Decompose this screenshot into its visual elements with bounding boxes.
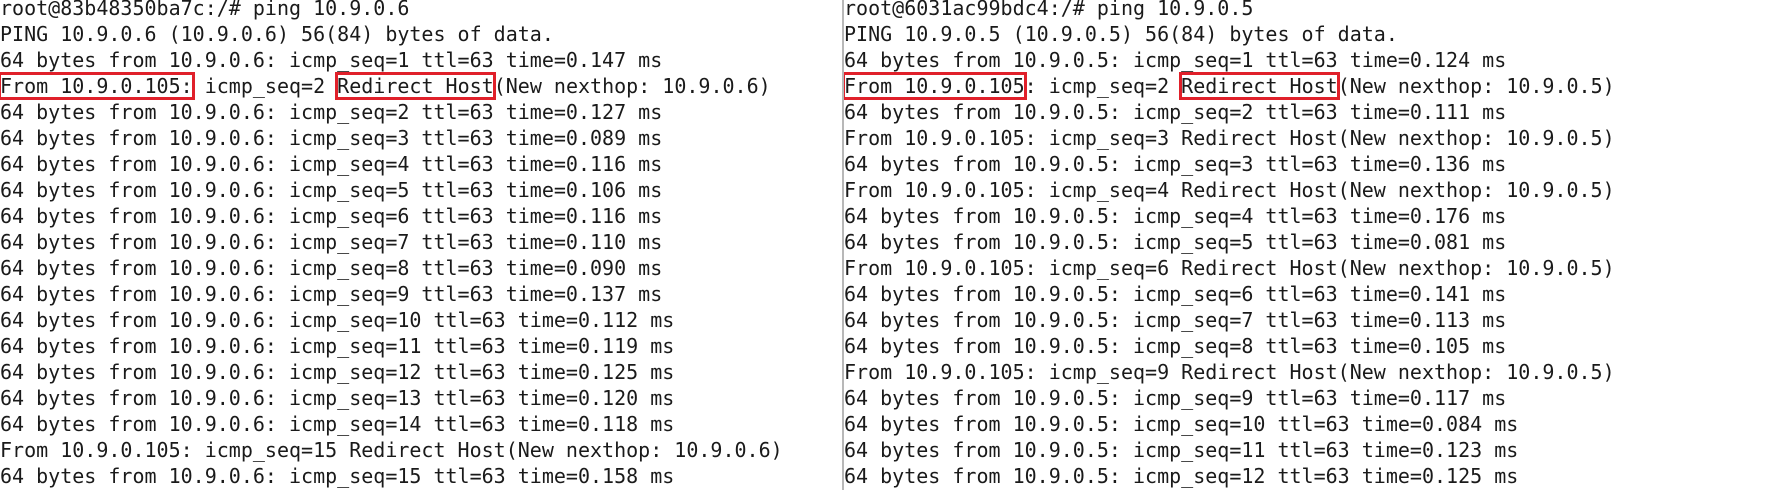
terminal-line: From 10.9.0.105: icmp_seq=4 Redirect Hos… — [844, 177, 1615, 203]
terminal-text: icmp_seq=2 — [192, 74, 338, 98]
terminal-text: 64 bytes from 10.9.0.6: icmp_seq=10 ttl=… — [0, 308, 675, 332]
highlight-box: Redirect Host — [1179, 72, 1340, 100]
terminal-text: From 10.9.0.105: icmp_seq=6 Redirect Hos… — [844, 256, 1615, 280]
terminal-text: 64 bytes from 10.9.0.6: icmp_seq=15 ttl=… — [0, 464, 675, 488]
terminal-text: (New nexthop: 10.9.0.6) — [493, 74, 771, 98]
terminal-line: 64 bytes from 10.9.0.6: icmp_seq=14 ttl=… — [0, 411, 674, 437]
terminal-text: 64 bytes from 10.9.0.5: icmp_seq=12 ttl=… — [844, 464, 1519, 488]
terminal-text: 64 bytes from 10.9.0.5: icmp_seq=3 ttl=6… — [844, 152, 1507, 176]
terminal-line: 64 bytes from 10.9.0.6: icmp_seq=8 ttl=6… — [0, 255, 662, 281]
highlight-box: Redirect Host — [335, 72, 496, 100]
left-terminal-pane[interactable]: root@83b48350ba7c:/# ping 10.9.0.6 PING 1… — [0, 0, 842, 490]
terminal-text: PING 10.9.0.5 (10.9.0.5) 56(84) bytes of… — [844, 22, 1398, 46]
terminal-text: root@6031ac99bdc4:/# ping 10.9.0.5 — [844, 0, 1254, 20]
terminal-text: 64 bytes from 10.9.0.6: icmp_seq=13 ttl=… — [0, 386, 675, 410]
terminal-text: 64 bytes from 10.9.0.6: icmp_seq=14 ttl=… — [0, 412, 675, 436]
terminal-text: From 10.9.0.105: icmp_seq=15 Redirect Ho… — [0, 438, 783, 462]
terminal-text: 64 bytes from 10.9.0.5: icmp_seq=11 ttl=… — [844, 438, 1519, 462]
terminal-line: 64 bytes from 10.9.0.6: icmp_seq=5 ttl=6… — [0, 177, 662, 203]
terminal-text: 64 bytes from 10.9.0.6: icmp_seq=1 ttl=6… — [0, 48, 663, 72]
terminal-text: 64 bytes from 10.9.0.5: icmp_seq=4 ttl=6… — [844, 204, 1507, 228]
terminal-text: 64 bytes from 10.9.0.6: icmp_seq=9 ttl=6… — [0, 282, 663, 306]
terminal-line: 64 bytes from 10.9.0.6: icmp_seq=4 ttl=6… — [0, 151, 662, 177]
terminal-text: 64 bytes from 10.9.0.6: icmp_seq=12 ttl=… — [0, 360, 675, 384]
terminal-text: From 10.9.0.105: icmp_seq=9 Redirect Hos… — [844, 360, 1615, 384]
terminal-text: 64 bytes from 10.9.0.6: icmp_seq=8 ttl=6… — [0, 256, 663, 280]
terminal-text: 64 bytes from 10.9.0.6: icmp_seq=11 ttl=… — [0, 334, 675, 358]
terminal-line: 64 bytes from 10.9.0.6: icmp_seq=9 ttl=6… — [0, 281, 662, 307]
terminal-line: 64 bytes from 10.9.0.6: icmp_seq=3 ttl=6… — [0, 125, 662, 151]
terminal-line: From 10.9.0.105: icmp_seq=15 Redirect Ho… — [0, 437, 783, 463]
terminal-line: 64 bytes from 10.9.0.6: icmp_seq=13 ttl=… — [0, 385, 674, 411]
right-terminal-pane[interactable]: root@6031ac99bdc4:/# ping 10.9.0.5 PING 1… — [844, 0, 1766, 490]
highlight-box: From 10.9.0.105: — [0, 72, 195, 100]
terminal-line: 64 bytes from 10.9.0.6: icmp_seq=2 ttl=6… — [0, 99, 662, 125]
terminal-text: 64 bytes from 10.9.0.6: icmp_seq=2 ttl=6… — [0, 100, 663, 124]
terminal-text: 64 bytes from 10.9.0.5: icmp_seq=1 ttl=6… — [844, 48, 1507, 72]
terminal-line: 64 bytes from 10.9.0.5: icmp_seq=8 ttl=6… — [844, 333, 1506, 359]
terminal-text: 64 bytes from 10.9.0.5: icmp_seq=5 ttl=6… — [844, 230, 1507, 254]
terminal-line: 64 bytes from 10.9.0.5: icmp_seq=2 ttl=6… — [844, 99, 1506, 125]
terminal-text: 64 bytes from 10.9.0.5: icmp_seq=7 ttl=6… — [844, 308, 1507, 332]
terminal-line: 64 bytes from 10.9.0.6: icmp_seq=1 ttl=6… — [0, 47, 662, 73]
terminal-line: 64 bytes from 10.9.0.5: icmp_seq=5 ttl=6… — [844, 229, 1506, 255]
terminal-line: root@6031ac99bdc4:/# ping 10.9.0.5 — [844, 0, 1253, 21]
terminal-line: 64 bytes from 10.9.0.6: icmp_seq=10 ttl=… — [0, 307, 674, 333]
terminal-text: 64 bytes from 10.9.0.5: icmp_seq=10 ttl=… — [844, 412, 1519, 436]
terminal-line: PING 10.9.0.6 (10.9.0.6) 56(84) bytes of… — [0, 21, 554, 47]
terminal-text: 64 bytes from 10.9.0.5: icmp_seq=8 ttl=6… — [844, 334, 1507, 358]
terminal-text: 64 bytes from 10.9.0.6: icmp_seq=6 ttl=6… — [0, 204, 663, 228]
terminal-line: 64 bytes from 10.9.0.6: icmp_seq=12 ttl=… — [0, 359, 674, 385]
terminal-line: From 10.9.0.105: icmp_seq=9 Redirect Hos… — [844, 359, 1615, 385]
terminal-line: 64 bytes from 10.9.0.6: icmp_seq=7 ttl=6… — [0, 229, 662, 255]
terminal-line: From 10.9.0.105: icmp_seq=2 Redirect Hos… — [844, 72, 1615, 100]
terminal-text: root@83b48350ba7c:/# ping 10.9.0.6 — [0, 0, 410, 20]
terminal-text: 64 bytes from 10.9.0.5: icmp_seq=9 ttl=6… — [844, 386, 1507, 410]
terminal-line: 64 bytes from 10.9.0.5: icmp_seq=4 ttl=6… — [844, 203, 1506, 229]
terminal-line: From 10.9.0.105: icmp_seq=6 Redirect Hos… — [844, 255, 1615, 281]
terminal-text: PING 10.9.0.6 (10.9.0.6) 56(84) bytes of… — [0, 22, 554, 46]
terminal-text: 64 bytes from 10.9.0.6: icmp_seq=4 ttl=6… — [0, 152, 663, 176]
terminal-line: From 10.9.0.105: icmp_seq=3 Redirect Hos… — [844, 125, 1615, 151]
terminal-line: 64 bytes from 10.9.0.6: icmp_seq=15 ttl=… — [0, 463, 674, 489]
terminal-text: From 10.9.0.105: icmp_seq=3 Redirect Hos… — [844, 126, 1615, 150]
terminal-text: From 10.9.0.105: icmp_seq=4 Redirect Hos… — [844, 178, 1615, 202]
terminal-line: 64 bytes from 10.9.0.5: icmp_seq=7 ttl=6… — [844, 307, 1506, 333]
terminal-line: 64 bytes from 10.9.0.5: icmp_seq=10 ttl=… — [844, 411, 1518, 437]
terminal-text: 64 bytes from 10.9.0.5: icmp_seq=2 ttl=6… — [844, 100, 1507, 124]
terminal-line: 64 bytes from 10.9.0.5: icmp_seq=9 ttl=6… — [844, 385, 1506, 411]
terminal-line: 64 bytes from 10.9.0.5: icmp_seq=3 ttl=6… — [844, 151, 1506, 177]
terminal-text: 64 bytes from 10.9.0.6: icmp_seq=7 ttl=6… — [0, 230, 663, 254]
terminal-line: 64 bytes from 10.9.0.5: icmp_seq=1 ttl=6… — [844, 47, 1506, 73]
terminal-text: (New nexthop: 10.9.0.5) — [1337, 74, 1615, 98]
terminal-line: PING 10.9.0.5 (10.9.0.5) 56(84) bytes of… — [844, 21, 1398, 47]
terminal-text: 64 bytes from 10.9.0.6: icmp_seq=3 ttl=6… — [0, 126, 663, 150]
highlight-box: From 10.9.0.105 — [844, 72, 1027, 100]
terminal-text: 64 bytes from 10.9.0.6: icmp_seq=5 ttl=6… — [0, 178, 663, 202]
terminal-line: 64 bytes from 10.9.0.6: icmp_seq=11 ttl=… — [0, 333, 674, 359]
terminal-line: 64 bytes from 10.9.0.5: icmp_seq=6 ttl=6… — [844, 281, 1506, 307]
terminal-line: 64 bytes from 10.9.0.6: icmp_seq=6 ttl=6… — [0, 203, 662, 229]
terminal-line: From 10.9.0.105: icmp_seq=2 Redirect Hos… — [0, 72, 771, 100]
terminal-text: 64 bytes from 10.9.0.5: icmp_seq=6 ttl=6… — [844, 282, 1507, 306]
terminal-line: 64 bytes from 10.9.0.5: icmp_seq=11 ttl=… — [844, 437, 1518, 463]
terminal-line: 64 bytes from 10.9.0.5: icmp_seq=12 ttl=… — [844, 463, 1518, 489]
terminal-line: root@83b48350ba7c:/# ping 10.9.0.6 — [0, 0, 409, 21]
terminal-text: : icmp_seq=2 — [1024, 74, 1182, 98]
